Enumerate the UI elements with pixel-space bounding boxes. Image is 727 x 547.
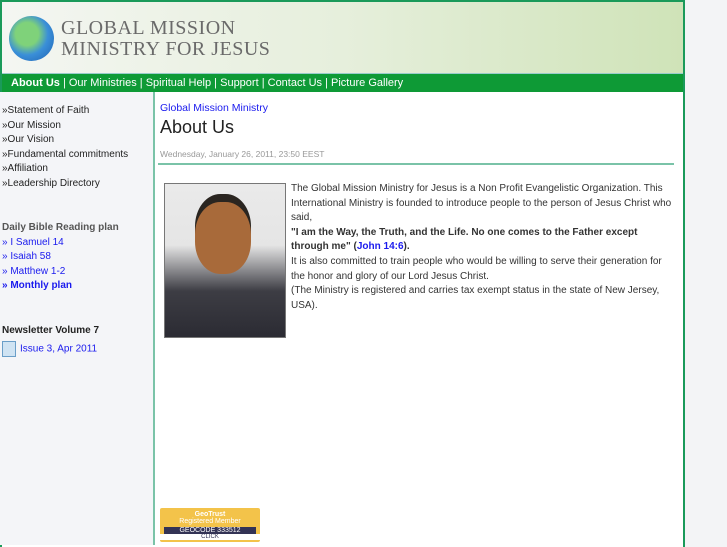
bible-reading-link[interactable]: » Isaiah 58 <box>0 250 153 265</box>
nav-spiritual-help[interactable]: Spiritual Help <box>146 77 211 89</box>
monthly-plan-link[interactable]: » Monthly plan <box>0 279 153 294</box>
logo-line2: MINISTRY FOR JESUS <box>61 38 271 60</box>
bible-plan-heading: Daily Bible Reading plan <box>2 222 119 233</box>
paragraph-intro: The Global Mission Ministry for Jesus is… <box>291 183 672 224</box>
sidebar-link[interactable]: »Our Mission <box>0 119 153 134</box>
main-content: Global Mission Ministry About Us Wednesd… <box>158 102 674 338</box>
newsletter-label: Issue 3, Apr 2011 <box>20 343 98 355</box>
founder-photo <box>164 183 286 338</box>
sidebar: »Statement of Faith »Our Mission »Our Vi… <box>0 92 155 545</box>
bible-reading-link[interactable]: » I Samuel 14 <box>0 236 153 251</box>
badge-title: GeoTrust <box>194 511 226 518</box>
badge-subtitle: Registered Member <box>179 518 241 525</box>
bible-quote: "I am the Way, the Truth, and the Life. … <box>291 226 638 253</box>
newsletter-heading: Newsletter Volume 7 <box>2 324 100 336</box>
newsletter-link[interactable]: Issue 3, Apr 2011 <box>0 341 153 357</box>
paragraph-registration: (The Ministry is registered and carries … <box>291 285 660 311</box>
badge-click: CLICK <box>160 534 260 540</box>
globe-logo-icon <box>9 16 54 61</box>
logo-line1: GLOBAL MISSION <box>61 17 236 39</box>
paragraph-training: It is also committed to train people who… <box>291 255 662 282</box>
divider <box>158 163 674 165</box>
post-date: Wednesday, January 26, 2011, 23:50 EEST <box>160 149 325 159</box>
nav-support[interactable]: Support <box>220 77 259 89</box>
sidebar-link[interactable]: »Statement of Faith <box>0 104 153 119</box>
nav-picture-gallery[interactable]: Picture Gallery <box>331 77 403 89</box>
face-image <box>195 202 251 274</box>
page-title: About Us <box>160 117 235 137</box>
nav-our-ministries[interactable]: Our Ministries <box>69 77 137 89</box>
nav-contact-us[interactable]: Contact Us <box>268 77 322 89</box>
header: GLOBAL MISSION MINISTRY FOR JESUS <box>2 2 683 74</box>
document-icon <box>2 341 16 357</box>
about-text: The Global Mission Ministry for Jesus is… <box>291 182 674 313</box>
scripture-link[interactable]: John 14:6 <box>357 241 404 252</box>
top-nav: About Us | Our Ministries | Spiritual He… <box>2 74 683 92</box>
sidebar-link[interactable]: »Leadership Directory <box>0 177 153 192</box>
site-logo[interactable]: GLOBAL MISSION MINISTRY FOR JESUS <box>61 18 270 60</box>
sidebar-link[interactable]: »Affiliation <box>0 162 153 177</box>
sidebar-link[interactable]: »Fundamental commitments <box>0 148 153 163</box>
geotrust-badge[interactable]: GeoTrust Registered Member GEOCODE 33351… <box>160 508 260 542</box>
breadcrumb[interactable]: Global Mission Ministry <box>160 102 674 114</box>
bible-reading-link[interactable]: » Matthew 1-2 <box>0 265 153 280</box>
badge-geocode: GEOCODE 333512 <box>164 527 256 534</box>
nav-about-us[interactable]: About Us <box>11 77 60 89</box>
sidebar-link[interactable]: »Our Vision <box>0 133 153 148</box>
